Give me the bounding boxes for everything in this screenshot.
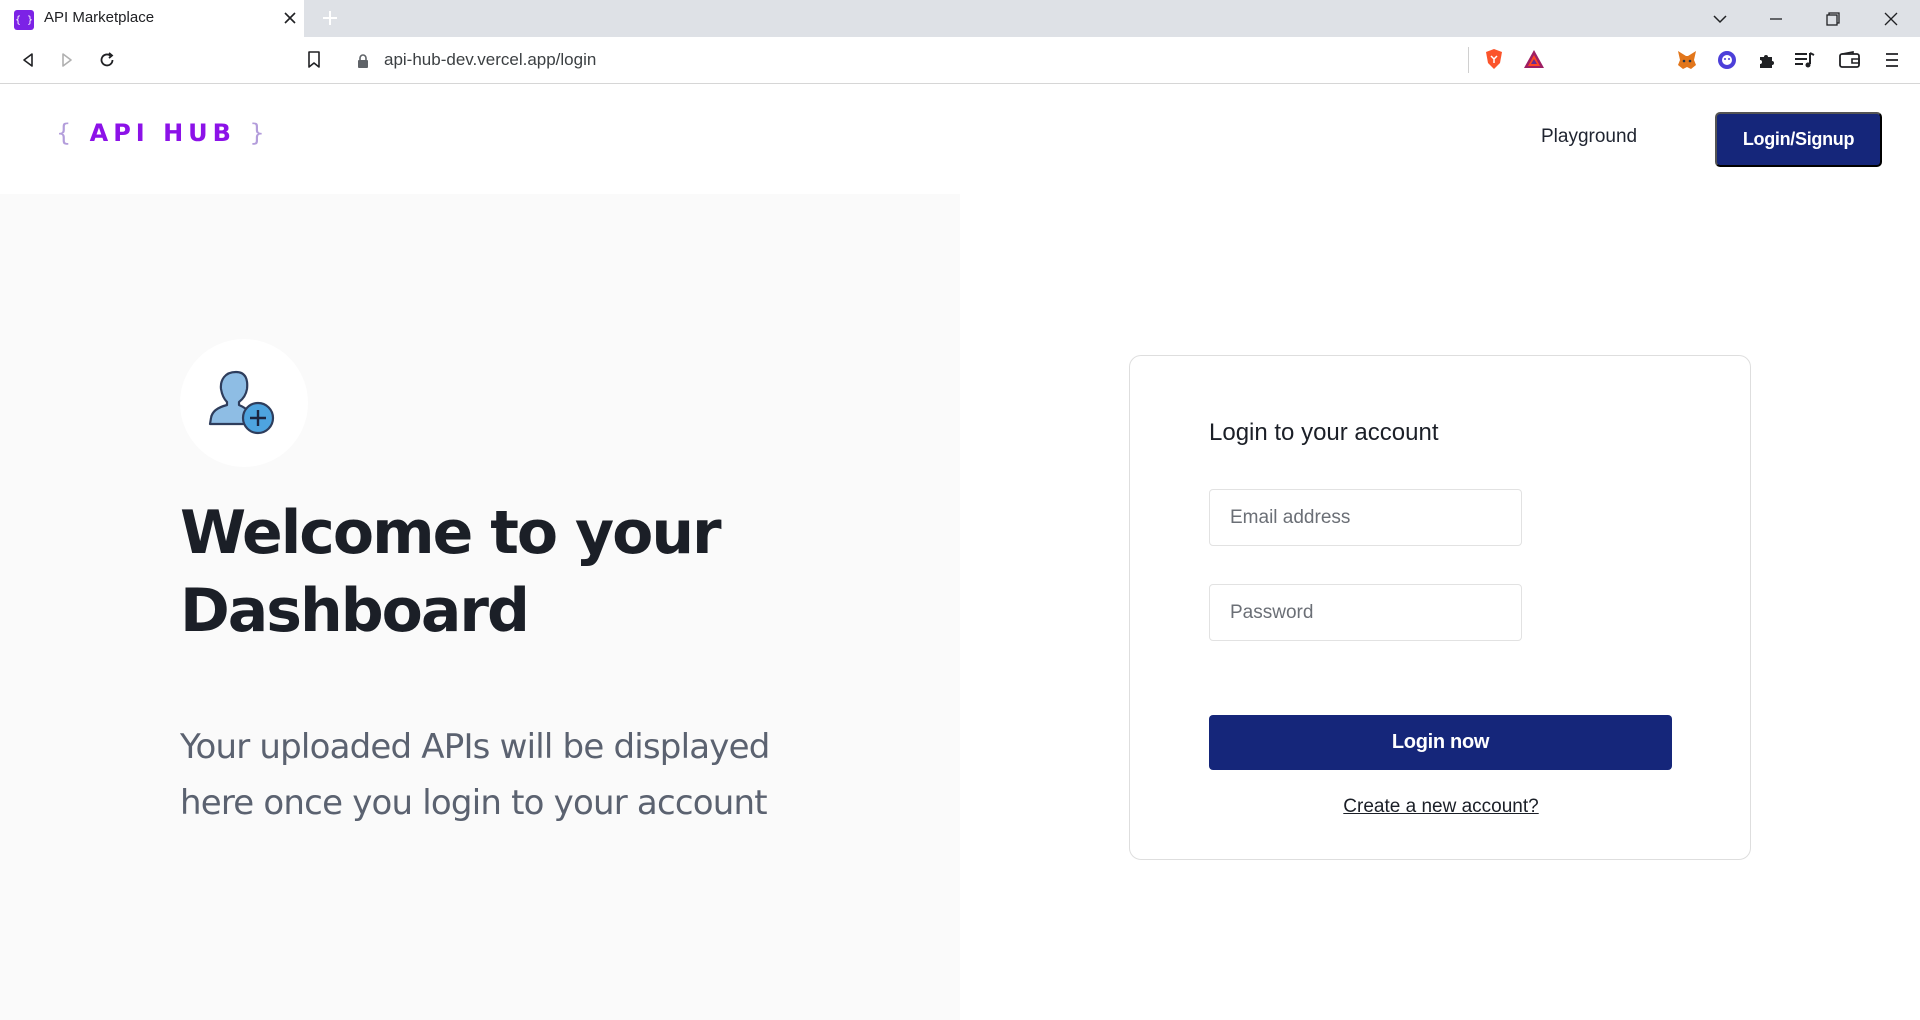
brave-shield-icon[interactable] [1482,47,1506,71]
menu-icon[interactable] [1880,48,1904,72]
new-tab-icon[interactable] [318,6,342,30]
brave-rewards-icon[interactable] [1522,47,1546,71]
address-toolbar: api-hub-dev.vercel.app/login [0,37,1920,84]
url-separator [1468,47,1469,73]
site-header: { API HUB } Playground Login/Signup [0,85,1920,193]
address-bar[interactable]: api-hub-dev.vercel.app/login [342,43,1558,77]
metamask-icon[interactable] [1675,48,1699,72]
nav-playground-link[interactable]: Playground [1541,126,1637,148]
tab-close-icon[interactable] [280,8,300,28]
url-text[interactable]: api-hub-dev.vercel.app/login [384,50,596,70]
tab-search-icon[interactable] [1705,4,1735,34]
logo-brace-open: { [56,119,77,147]
tab-title: API Marketplace [44,9,155,26]
password-field[interactable] [1209,584,1522,641]
avatar [180,339,308,467]
login-card-title: Login to your account [1209,419,1439,446]
browser-tab[interactable]: { } API Marketplace [0,0,304,37]
lock-icon[interactable] [356,53,370,68]
welcome-title: Welcome to your Dashboard [180,498,722,646]
restore-icon[interactable] [1818,4,1848,34]
wallet-icon[interactable] [1838,48,1862,72]
bookmark-icon[interactable] [299,45,329,75]
extension-purple-icon[interactable] [1715,48,1739,72]
welcome-subtitle: Your uploaded APIs will be displayed her… [180,727,770,823]
logo[interactable]: { API HUB } [56,119,270,147]
favicon-icon: { } [14,10,34,30]
browser-tab-bar: { } API Marketplace [0,0,1920,37]
page: { API HUB } Playground Login/Signup Welc… [0,85,1920,1020]
logo-text: API HUB [89,119,236,147]
puzzle-icon[interactable] [1755,48,1779,72]
add-user-icon [208,370,275,435]
login-card: Login to your account Login now Create a… [1129,355,1751,860]
close-window-icon[interactable] [1876,4,1906,34]
login-signup-button[interactable]: Login/Signup [1715,112,1882,167]
reload-icon[interactable] [92,45,122,75]
login-now-button[interactable]: Login now [1209,715,1672,770]
create-account-link[interactable]: Create a new account? [1130,796,1752,818]
email-field[interactable] [1209,489,1522,546]
logo-brace-close: } [249,119,270,147]
welcome-panel: Welcome to your Dashboard Your uploaded … [0,194,960,1020]
forward-icon[interactable] [52,45,82,75]
media-icon[interactable] [1793,48,1817,72]
back-icon[interactable] [13,45,43,75]
minimize-icon[interactable] [1761,4,1791,34]
